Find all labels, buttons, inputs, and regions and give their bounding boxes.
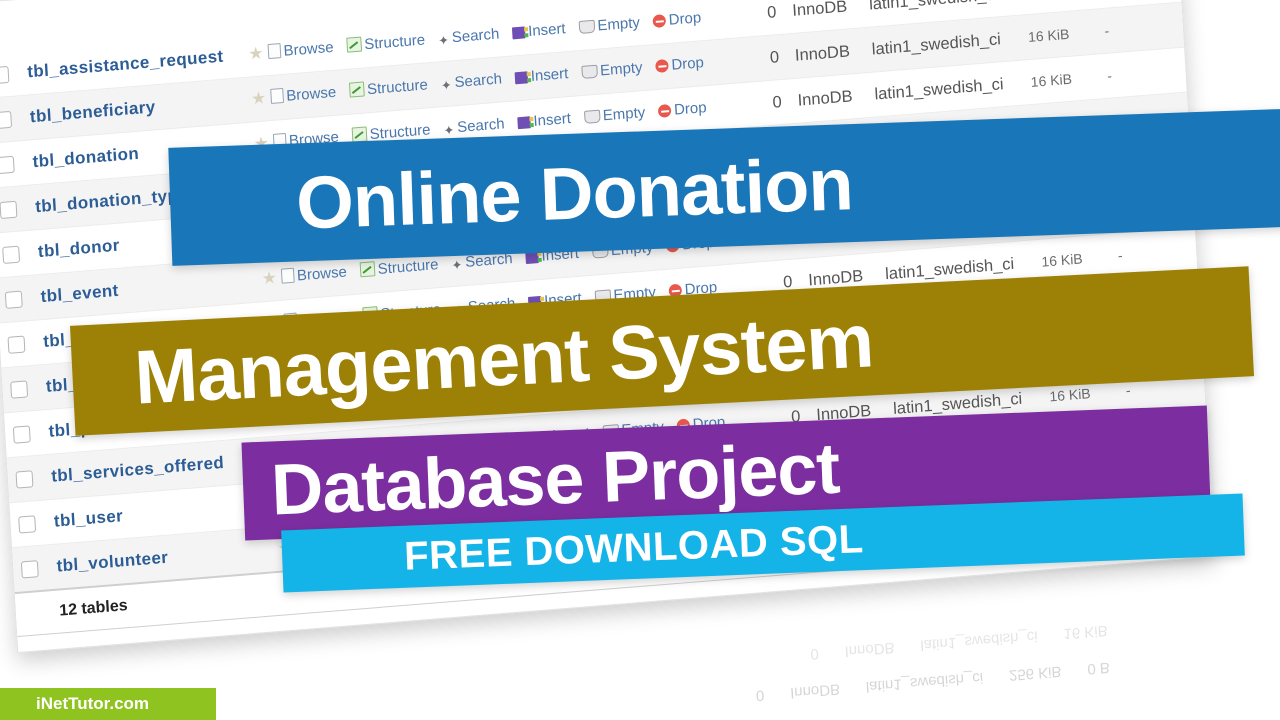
banner-text-line-4: FREE DOWNLOAD SQL (403, 516, 865, 579)
insert-icon (517, 116, 531, 130)
favorite-star-icon[interactable]: ★ (250, 88, 266, 108)
storage-engine-cell: InnoDB (788, 72, 868, 124)
action-empty[interactable]: Empty (580, 59, 643, 81)
drop-icon (655, 58, 669, 74)
action-structure[interactable]: Structure (348, 76, 428, 99)
structure-icon (348, 81, 365, 98)
row-checkbox[interactable] (4, 290, 23, 309)
row-checkbox-cell[interactable] (0, 95, 24, 144)
browse-icon (269, 87, 284, 105)
watermark-label: iNetTutor.com (36, 694, 150, 713)
row-count-cell: 0 (720, 0, 786, 39)
structure-icon (345, 36, 362, 53)
empty-icon (578, 19, 595, 35)
row-checkbox-cell[interactable] (1, 365, 40, 413)
banner-text-line-1: Online Donation (294, 141, 854, 244)
summary-spacer (14, 590, 53, 637)
row-checkbox[interactable] (0, 110, 13, 129)
row-count-cell: 0 (723, 33, 789, 84)
row-checkbox[interactable] (7, 335, 26, 354)
insert-icon (511, 26, 526, 40)
action-search[interactable]: ✦Search (440, 70, 502, 94)
action-drop[interactable]: Drop (657, 99, 707, 120)
browse-icon (280, 267, 295, 284)
action-structure[interactable]: Structure (345, 31, 426, 54)
structure-icon (359, 261, 376, 278)
search-icon: ✦ (451, 257, 463, 274)
empty-icon (583, 109, 601, 124)
overhead-cell: - (1095, 2, 1185, 55)
row-checkbox[interactable] (18, 514, 37, 534)
drop-icon (657, 103, 672, 118)
action-insert[interactable]: Insert (511, 20, 566, 41)
row-checkbox-cell[interactable] (6, 454, 45, 503)
row-checkbox[interactable] (0, 65, 10, 84)
action-search[interactable]: ✦Search (438, 25, 500, 49)
overhead-cell: - (1097, 47, 1187, 99)
row-checkbox-cell[interactable] (0, 185, 29, 234)
action-structure[interactable]: Structure (359, 256, 439, 279)
row-checkbox[interactable] (20, 559, 39, 579)
browse-icon (267, 43, 282, 60)
action-empty[interactable]: Empty (583, 104, 646, 126)
row-checkbox-cell[interactable] (9, 499, 48, 548)
search-icon: ✦ (443, 122, 455, 139)
favorite-star-icon[interactable]: ★ (248, 43, 264, 63)
row-checkbox[interactable] (0, 155, 15, 174)
action-insert[interactable]: Insert (514, 65, 569, 86)
empty-icon (580, 64, 598, 79)
action-empty[interactable]: Empty (578, 14, 640, 36)
action-browse[interactable]: Browse (267, 39, 334, 61)
row-count-cell: 0 (726, 78, 792, 129)
row-checkbox-cell[interactable] (0, 320, 37, 368)
search-icon: ✦ (440, 77, 453, 94)
row-checkbox[interactable] (10, 380, 29, 399)
row-checkbox-cell[interactable] (0, 230, 32, 279)
row-checkbox[interactable] (0, 200, 18, 219)
site-watermark: iNetTutor.com (0, 688, 216, 720)
size-cell: 16 KiB (1021, 54, 1101, 106)
action-browse[interactable]: Browse (280, 263, 347, 285)
row-checkbox-cell[interactable] (0, 275, 35, 324)
row-checkbox-cell[interactable] (12, 544, 51, 594)
row-checkbox[interactable] (2, 245, 21, 264)
size-cell: 16 KiB (1018, 9, 1098, 61)
insert-icon (514, 71, 529, 85)
storage-engine-cell: InnoDB (785, 27, 866, 79)
row-checkbox-cell[interactable] (0, 140, 27, 189)
action-drop[interactable]: Drop (655, 54, 704, 75)
action-browse[interactable]: Browse (269, 84, 337, 106)
search-icon: ✦ (437, 32, 450, 49)
row-checkbox[interactable] (12, 425, 31, 444)
action-insert[interactable]: Insert (517, 110, 571, 131)
action-drop[interactable]: Drop (652, 9, 702, 30)
row-checkbox[interactable] (15, 469, 34, 489)
row-checkbox-cell[interactable] (3, 410, 43, 458)
drop-icon (652, 14, 667, 29)
favorite-star-icon[interactable]: ★ (261, 268, 277, 288)
thumbnail-canvas: Action Rows ? Type Collation Size Overhe… (0, 0, 1280, 720)
